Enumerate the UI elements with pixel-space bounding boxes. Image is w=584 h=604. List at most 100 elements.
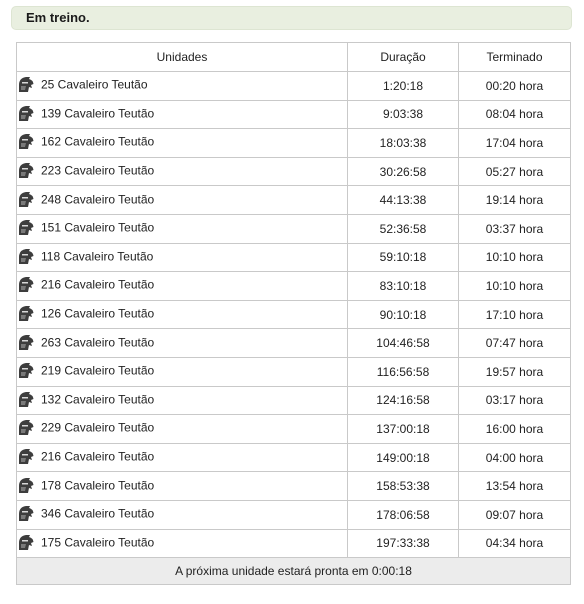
unit-name: 25 Cavaleiro Teutão	[41, 77, 148, 92]
unit-name: 139 Cavaleiro Teutão	[41, 106, 155, 121]
finished-cell: 16:00 hora	[458, 414, 571, 444]
finished-cell: 13:54 hora	[458, 471, 571, 501]
finished-cell: 03:17 hora	[458, 385, 571, 416]
duration-cell: 158:53:38	[347, 471, 459, 501]
unit-name: 162 Cavaleiro Teutão	[41, 135, 155, 150]
duration-cell: 44:13:38	[347, 185, 459, 215]
unit-name: 248 Cavaleiro Teutão	[41, 192, 155, 207]
next-unit-ready-text: A próxima unidade estará pronta em 0:00:…	[16, 557, 571, 586]
finished-cell: 07:47 hora	[458, 328, 571, 358]
duration-cell: 90:10:18	[347, 299, 459, 330]
table-row: 219 Cavaleiro Teutão 116:56:58 19:57 hor…	[16, 356, 571, 387]
section-title: Em treino.	[26, 10, 90, 25]
table-row: 216 Cavaleiro Teutão 83:10:18 10:10 hora	[16, 271, 571, 301]
unit-cell: 178 Cavaleiro Teutão	[16, 471, 348, 501]
table-row: 139 Cavaleiro Teutão 9:03:38 08:04 hora	[16, 99, 571, 130]
unit-name: 126 Cavaleiro Teutão	[41, 306, 155, 321]
knight-helmet-icon	[17, 305, 35, 322]
training-table: Unidades Duração Terminado 25 Cavaleiro …	[16, 42, 571, 586]
unit-name: 118 Cavaleiro Teutão	[41, 249, 154, 264]
unit-cell: 162 Cavaleiro Teutão	[16, 128, 348, 158]
table-row: 126 Cavaleiro Teutão 90:10:18 17:10 hora	[16, 299, 571, 330]
unit-cell: 25 Cavaleiro Teutão	[16, 71, 348, 101]
finished-cell: 19:57 hora	[458, 356, 571, 387]
column-header-finished: Terminado	[458, 42, 571, 72]
finished-cell: 09:07 hora	[458, 499, 571, 530]
section-header: Em treino.	[11, 6, 572, 30]
unit-cell: 219 Cavaleiro Teutão	[16, 356, 348, 387]
duration-cell: 30:26:58	[347, 156, 459, 187]
finished-cell: 17:10 hora	[458, 299, 571, 330]
knight-helmet-icon	[17, 534, 35, 551]
finished-cell: 04:34 hora	[458, 528, 571, 559]
knight-helmet-icon	[17, 248, 35, 265]
knight-helmet-icon	[17, 391, 35, 408]
unit-name: 263 Cavaleiro Teutão	[41, 335, 155, 350]
table-row: 162 Cavaleiro Teutão 18:03:38 17:04 hora	[16, 128, 571, 158]
finished-cell: 04:00 hora	[458, 442, 571, 473]
finished-cell: 05:27 hora	[458, 156, 571, 187]
duration-cell: 1:20:18	[347, 71, 459, 101]
table-row: 175 Cavaleiro Teutão 197:33:38 04:34 hor…	[16, 528, 571, 559]
table-row: 178 Cavaleiro Teutão 158:53:38 13:54 hor…	[16, 471, 571, 501]
unit-name: 223 Cavaleiro Teutão	[41, 163, 155, 178]
knight-helmet-icon	[17, 334, 35, 351]
duration-cell: 83:10:18	[347, 271, 459, 301]
knight-helmet-icon	[17, 105, 35, 122]
unit-cell: 126 Cavaleiro Teutão	[16, 299, 348, 330]
table-row: 151 Cavaleiro Teutão 52:36:58 03:37 hora	[16, 213, 571, 244]
table-row: 248 Cavaleiro Teutão 44:13:38 19:14 hora	[16, 185, 571, 215]
unit-cell: 151 Cavaleiro Teutão	[16, 213, 348, 244]
finished-cell: 17:04 hora	[458, 128, 571, 158]
duration-cell: 59:10:18	[347, 242, 459, 273]
unit-cell: 223 Cavaleiro Teutão	[16, 156, 348, 187]
duration-cell: 124:16:58	[347, 385, 459, 416]
knight-helmet-icon	[17, 162, 35, 179]
knight-helmet-icon	[17, 419, 35, 436]
knight-helmet-icon	[17, 477, 35, 494]
finished-cell: 00:20 hora	[458, 71, 571, 101]
table-row: 25 Cavaleiro Teutão 1:20:18 00:20 hora	[16, 71, 571, 101]
knight-helmet-icon	[17, 276, 35, 293]
knight-helmet-icon	[17, 448, 35, 465]
unit-cell: 229 Cavaleiro Teutão	[16, 414, 348, 444]
table-row: 132 Cavaleiro Teutão 124:16:58 03:17 hor…	[16, 385, 571, 416]
footer-row: A próxima unidade estará pronta em 0:00:…	[16, 557, 571, 586]
duration-cell: 178:06:58	[347, 499, 459, 530]
duration-cell: 9:03:38	[347, 99, 459, 130]
unit-cell: 263 Cavaleiro Teutão	[16, 328, 348, 358]
finished-cell: 10:10 hora	[458, 242, 571, 273]
table-row: 118 Cavaleiro Teutão 59:10:18 10:10 hora	[16, 242, 571, 273]
finished-cell: 08:04 hora	[458, 99, 571, 130]
knight-helmet-icon	[17, 133, 35, 150]
duration-cell: 18:03:38	[347, 128, 459, 158]
knight-helmet-icon	[17, 505, 35, 522]
duration-cell: 197:33:38	[347, 528, 459, 559]
unit-name: 178 Cavaleiro Teutão	[41, 478, 155, 493]
unit-cell: 118 Cavaleiro Teutão	[16, 242, 348, 273]
unit-cell: 216 Cavaleiro Teutão	[16, 442, 348, 473]
table-row: 223 Cavaleiro Teutão 30:26:58 05:27 hora	[16, 156, 571, 187]
unit-cell: 175 Cavaleiro Teutão	[16, 528, 348, 559]
knight-helmet-icon	[17, 191, 35, 208]
knight-helmet-icon	[17, 362, 35, 379]
finished-cell: 03:37 hora	[458, 213, 571, 244]
unit-cell: 346 Cavaleiro Teutão	[16, 499, 348, 530]
column-header-units: Unidades	[16, 42, 348, 72]
duration-cell: 52:36:58	[347, 213, 459, 244]
unit-cell: 139 Cavaleiro Teutão	[16, 99, 348, 130]
duration-cell: 137:00:18	[347, 414, 459, 444]
duration-cell: 149:00:18	[347, 442, 459, 473]
unit-name: 216 Cavaleiro Teutão	[41, 449, 155, 464]
table-header-row: Unidades Duração Terminado	[16, 42, 571, 72]
duration-cell: 104:46:58	[347, 328, 459, 358]
unit-name: 175 Cavaleiro Teutão	[41, 535, 155, 550]
finished-cell: 19:14 hora	[458, 185, 571, 215]
unit-name: 132 Cavaleiro Teutão	[41, 392, 155, 407]
unit-name: 151 Cavaleiro Teutão	[41, 220, 155, 235]
table-row: 216 Cavaleiro Teutão 149:00:18 04:00 hor…	[16, 442, 571, 473]
table-row: 346 Cavaleiro Teutão 178:06:58 09:07 hor…	[16, 499, 571, 530]
table-row: 263 Cavaleiro Teutão 104:46:58 07:47 hor…	[16, 328, 571, 358]
column-header-duration: Duração	[347, 42, 459, 72]
unit-name: 229 Cavaleiro Teutão	[41, 421, 155, 436]
